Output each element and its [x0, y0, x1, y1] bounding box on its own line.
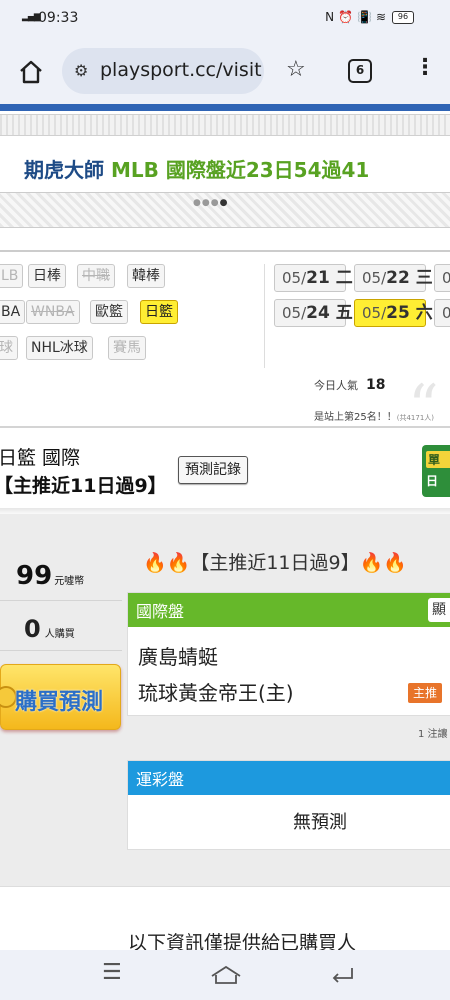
status-time: 09:33 — [38, 10, 79, 26]
sport-chip[interactable]: WNBA — [26, 300, 80, 324]
price: 99 元噓幣 — [16, 561, 85, 591]
expert-name: 期虎大師 — [24, 158, 104, 182]
system-nav-bar: ☰ — [0, 950, 450, 1000]
promo-headline: 🔥🔥【主推近11日過9】🔥🔥 — [143, 552, 407, 574]
main-pick-badge: 主推 — [408, 683, 442, 703]
address-bar[interactable]: ⚙ playsport.cc/visit — [62, 48, 264, 94]
league-title: 日籃 國際 — [0, 447, 81, 469]
buy-prediction-button[interactable]: 購買預測 — [0, 664, 121, 730]
sport-chip[interactable]: BA — [0, 300, 26, 324]
league-tagline: 【主推近11日過9】 — [0, 475, 167, 497]
site-top-bar — [0, 104, 450, 111]
away-team: 廣島蜻蜓 — [138, 645, 218, 669]
sport-chip[interactable]: NHL冰球 — [26, 336, 93, 360]
divider — [264, 264, 265, 368]
site-settings-icon[interactable]: ⚙ — [74, 61, 88, 80]
card-title: 國際盤 — [136, 602, 185, 621]
buyer-count: 0 人購買 — [24, 615, 75, 643]
battery-icon: 96 — [392, 11, 414, 24]
date-button[interactable]: 0 — [434, 264, 450, 292]
url-text: playsport.cc/visit — [100, 59, 262, 81]
divider — [0, 250, 450, 252]
date-button[interactable]: 05/22 三 — [354, 264, 433, 292]
carousel-dots[interactable]: ●●●● — [193, 198, 228, 208]
date-button[interactable]: 0 — [434, 299, 450, 327]
fire-icon: 🔥🔥 — [359, 552, 407, 574]
card-header: 運彩盤 — [128, 761, 450, 795]
card-header: 國際盤 顯 — [128, 593, 450, 627]
sport-chip[interactable]: 日籃 — [140, 300, 178, 324]
more-menu-icon[interactable]: ⋮ — [414, 55, 436, 80]
card-title: 運彩盤 — [136, 770, 185, 789]
daily-popularity: 今日人氣 18 — [314, 377, 386, 393]
home-icon[interactable] — [18, 60, 44, 84]
sport-chip[interactable]: 韓棒 — [127, 264, 165, 288]
fire-icon: 🔥🔥 — [143, 552, 191, 574]
status-bar: ▂▄▆ 09:33 N⏰📳≋ 96 — [0, 0, 450, 38]
expert-stats: MLB 國際盤近23日54過41 — [110, 158, 370, 182]
divider — [0, 650, 122, 651]
sport-chip[interactable]: 日棒 — [28, 264, 66, 288]
prediction-record-button[interactable]: 預測記錄 — [178, 456, 248, 484]
international-line-card: 國際盤 顯 廣島蜻蜓 琉球黃金帝王(主) 主推 — [127, 592, 450, 716]
quote-decoration-icon: “ — [408, 372, 439, 442]
sport-chip[interactable]: 賽馬 — [108, 336, 146, 360]
sport-chip[interactable]: LB — [0, 264, 24, 288]
pick-notes: 1 注讓 — [418, 729, 448, 740]
home-nav-icon[interactable] — [210, 964, 242, 986]
page-headline: 期虎大師 MLB 國際盤近23日54過41 — [24, 154, 369, 183]
tab-switcher-button[interactable]: 6 — [348, 59, 372, 83]
site-rank: 是站上第25名！！(共4171人) — [314, 412, 435, 423]
recent-apps-icon[interactable]: ☰ — [102, 960, 122, 985]
show-button[interactable]: 顯 — [428, 598, 450, 622]
lottery-line-card: 運彩盤 無預測 — [127, 760, 450, 850]
status-icons: N⏰📳≋ — [325, 10, 390, 24]
decorative-stripe — [0, 114, 450, 136]
date-button[interactable]: 05/24 五 — [274, 299, 353, 327]
home-team: 琉球黃金帝王(主) — [138, 681, 294, 705]
date-button[interactable]: 05/21 二 — [274, 264, 353, 292]
back-icon[interactable] — [330, 964, 356, 986]
divider — [0, 600, 122, 601]
no-prediction-text: 無預測 — [293, 812, 347, 833]
sport-chip[interactable]: 球 — [0, 336, 18, 360]
divider — [0, 426, 450, 428]
browser-toolbar: ⚙ playsport.cc/visit ☆ 6 ⋮ — [0, 38, 450, 104]
date-button[interactable]: 05/25 六 — [354, 299, 433, 327]
sport-chip[interactable]: 歐籃 — [90, 300, 128, 324]
sport-chip[interactable]: 中職 — [77, 264, 115, 288]
bookmark-star-icon[interactable]: ☆ — [286, 57, 306, 82]
promo-ribbon[interactable]: 單日 — [422, 445, 450, 497]
card-body: 無預測 — [128, 795, 450, 851]
